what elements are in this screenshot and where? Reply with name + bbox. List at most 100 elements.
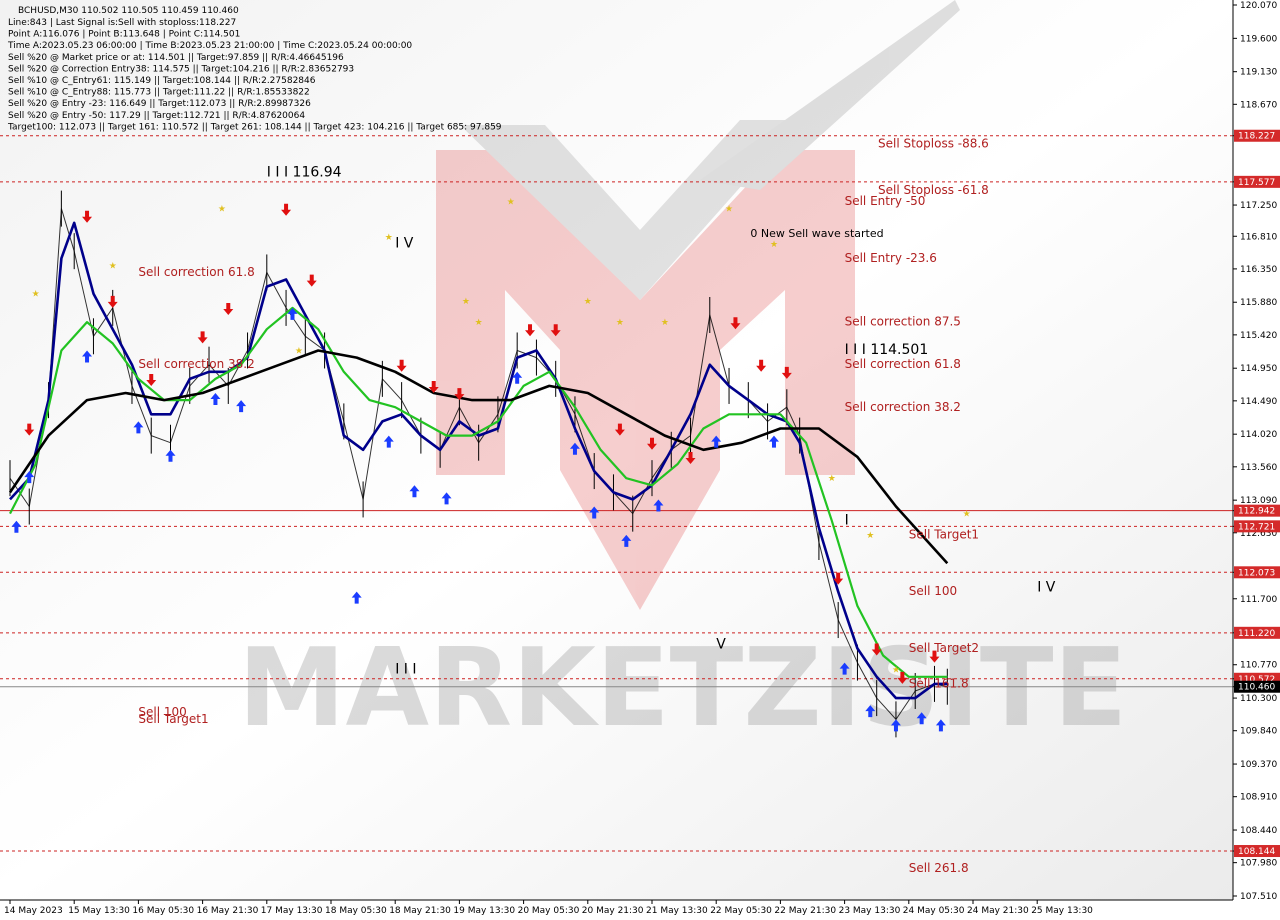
wave-label: I V <box>395 236 414 252</box>
price-tick-label: 116.350 <box>1240 265 1277 275</box>
wave-label: V <box>716 636 726 652</box>
price-tick-label: 109.840 <box>1240 727 1277 737</box>
info-line: Sell %20 @ Entry -50: 117.29 || Target:1… <box>8 111 305 121</box>
level-badge-text: 108.144 <box>1238 847 1275 857</box>
time-tick-label: 21 May 13:30 <box>646 906 708 916</box>
time-tick-label: 17 May 13:30 <box>261 906 323 916</box>
info-line: Point A:116.076 | Point B:113.648 | Poin… <box>8 30 240 40</box>
yellow-star-icon: ★ <box>584 297 592 307</box>
chart-note: 0 New Sell wave started <box>750 227 883 240</box>
price-tick-label: 109.370 <box>1240 760 1277 770</box>
price-tick-label: 107.980 <box>1240 859 1277 869</box>
yellow-star-icon: ★ <box>475 318 483 328</box>
time-tick-label: 18 May 05:30 <box>325 906 387 916</box>
level-label: Sell 100 <box>909 584 957 598</box>
info-line: Sell %10 @ C_Entry88: 115.773 || Target:… <box>8 88 310 98</box>
time-tick-label: 19 May 13:30 <box>453 906 515 916</box>
time-tick-label: 24 May 05:30 <box>903 906 965 916</box>
level-label: Sell correction 38.2 <box>845 400 961 414</box>
yellow-star-icon: ★ <box>725 205 733 215</box>
price-tick-label: 107.510 <box>1240 892 1277 902</box>
time-tick-label: 15 May 13:30 <box>68 906 130 916</box>
price-tick-label: 114.490 <box>1240 397 1277 407</box>
time-tick-label: 25 May 13:30 <box>1031 906 1093 916</box>
yellow-star-icon: ★ <box>385 233 393 243</box>
time-tick-label: 16 May 21:30 <box>197 906 259 916</box>
price-tick-label: 111.700 <box>1240 595 1277 605</box>
time-tick-label: 18 May 21:30 <box>389 906 451 916</box>
price-tick-label: 108.910 <box>1240 793 1277 803</box>
wave-label: I I I 114.501 <box>845 342 929 358</box>
price-tick-label: 110.770 <box>1240 661 1277 671</box>
yellow-star-icon: ★ <box>109 261 117 271</box>
price-tick-label: 120.070 <box>1240 1 1277 11</box>
chart-window: MARKETZISITE ★ ★ ★ ★ ★ ★ ★ ★ ★ ★ ★ ★ ★ ★ ★ ★ ★ Sell Stop… <box>0 0 1280 920</box>
wave-label: I I I 116.94 <box>267 165 342 181</box>
yellow-star-icon: ★ <box>770 240 778 250</box>
level-badge-text: 112.721 <box>1238 522 1275 532</box>
yellow-star-icon: ★ <box>507 198 515 208</box>
time-tick-label: 20 May 05:30 <box>518 906 580 916</box>
level-badge-text: 112.942 <box>1238 507 1275 517</box>
info-line: Sell %20 @ Market price or at: 114.501 |… <box>8 53 344 63</box>
wave-label: I I I <box>395 661 416 677</box>
yellow-star-icon: ★ <box>963 510 971 520</box>
level-label: Sell Target1 <box>909 527 979 541</box>
level-label: Sell Target1 <box>138 712 208 726</box>
price-tick-label: 116.810 <box>1240 232 1277 242</box>
level-label: Sell Target2 <box>909 641 979 655</box>
level-badge-text: 111.220 <box>1238 629 1275 639</box>
time-tick-label: 22 May 21:30 <box>774 906 836 916</box>
info-line: Line:843 | Last Signal is:Sell with stop… <box>8 18 236 28</box>
price-tick-label: 119.130 <box>1240 68 1277 78</box>
yellow-star-icon: ★ <box>462 297 470 307</box>
yellow-star-icon: ★ <box>866 531 874 541</box>
price-tick-label: 118.670 <box>1240 100 1277 110</box>
yellow-star-icon: ★ <box>892 666 900 676</box>
time-tick-label: 14 May 2023 <box>4 906 63 916</box>
level-label: Sell Entry -23.6 <box>845 251 937 265</box>
yellow-star-icon: ★ <box>32 290 40 300</box>
time-tick-label: 16 May 05:30 <box>132 906 194 916</box>
current-price-text: 110.460 <box>1238 683 1275 693</box>
price-tick-label: 113.560 <box>1240 463 1277 473</box>
level-badge-text: 118.227 <box>1238 132 1275 142</box>
price-tick-label: 117.250 <box>1240 201 1277 211</box>
watermark-text: MARKETZISITE <box>238 626 1127 751</box>
yellow-star-icon: ★ <box>661 318 669 328</box>
level-label: Sell Entry -50 <box>845 194 926 208</box>
yellow-star-icon: ★ <box>616 318 624 328</box>
info-line: Sell %10 @ C_Entry61: 115.149 || Target:… <box>8 76 316 86</box>
level-label: Sell Stoploss -88.6 <box>878 137 989 151</box>
yellow-star-icon: ★ <box>295 346 303 356</box>
level-badge-text: 112.073 <box>1238 568 1275 578</box>
price-tick-label: 114.950 <box>1240 364 1277 374</box>
level-label: Sell correction 61.8 <box>845 357 961 371</box>
price-tick-label: 114.020 <box>1240 430 1277 440</box>
price-tick-label: 115.420 <box>1240 331 1277 341</box>
level-badge-text: 117.577 <box>1238 178 1275 188</box>
price-tick-label: 115.880 <box>1240 298 1277 308</box>
price-tick-label: 108.440 <box>1240 826 1277 836</box>
yellow-star-icon: ★ <box>218 205 226 215</box>
level-label: Sell 261.8 <box>909 861 969 875</box>
time-tick-label: 22 May 05:30 <box>710 906 772 916</box>
level-label: Sell correction 87.5 <box>845 315 961 329</box>
info-line: Sell %20 @ Entry -23: 116.649 || Target:… <box>8 99 311 109</box>
level-label: Sell 161.8 <box>909 676 969 690</box>
info-line: Target100: 112.073 || Target 161: 110.57… <box>7 122 502 132</box>
info-line: Time A:2023.05.23 06:00:00 | Time B:2023… <box>7 41 412 51</box>
level-label: Sell correction 61.8 <box>138 265 254 279</box>
wave-label: I <box>845 512 849 528</box>
price-chart[interactable]: MARKETZISITE ★ ★ ★ ★ ★ ★ ★ ★ ★ ★ ★ ★ ★ ★ ★ ★ ★ Sell Stop… <box>0 0 1280 920</box>
time-tick-label: 24 May 21:30 <box>967 906 1029 916</box>
info-line: Sell %20 @ Correction Entry38: 114.575 |… <box>8 64 354 74</box>
level-label: Sell correction 38.2 <box>138 357 254 371</box>
time-tick-label: 20 May 21:30 <box>582 906 644 916</box>
yellow-star-icon: ★ <box>828 474 836 484</box>
price-tick-label: 110.300 <box>1240 694 1277 704</box>
price-tick-label: 119.600 <box>1240 34 1277 44</box>
time-tick-label: 23 May 13:30 <box>839 906 901 916</box>
wave-label: I V <box>1037 580 1056 596</box>
symbol-line: BCHUSD,M30 110.502 110.505 110.459 110.4… <box>18 6 239 16</box>
